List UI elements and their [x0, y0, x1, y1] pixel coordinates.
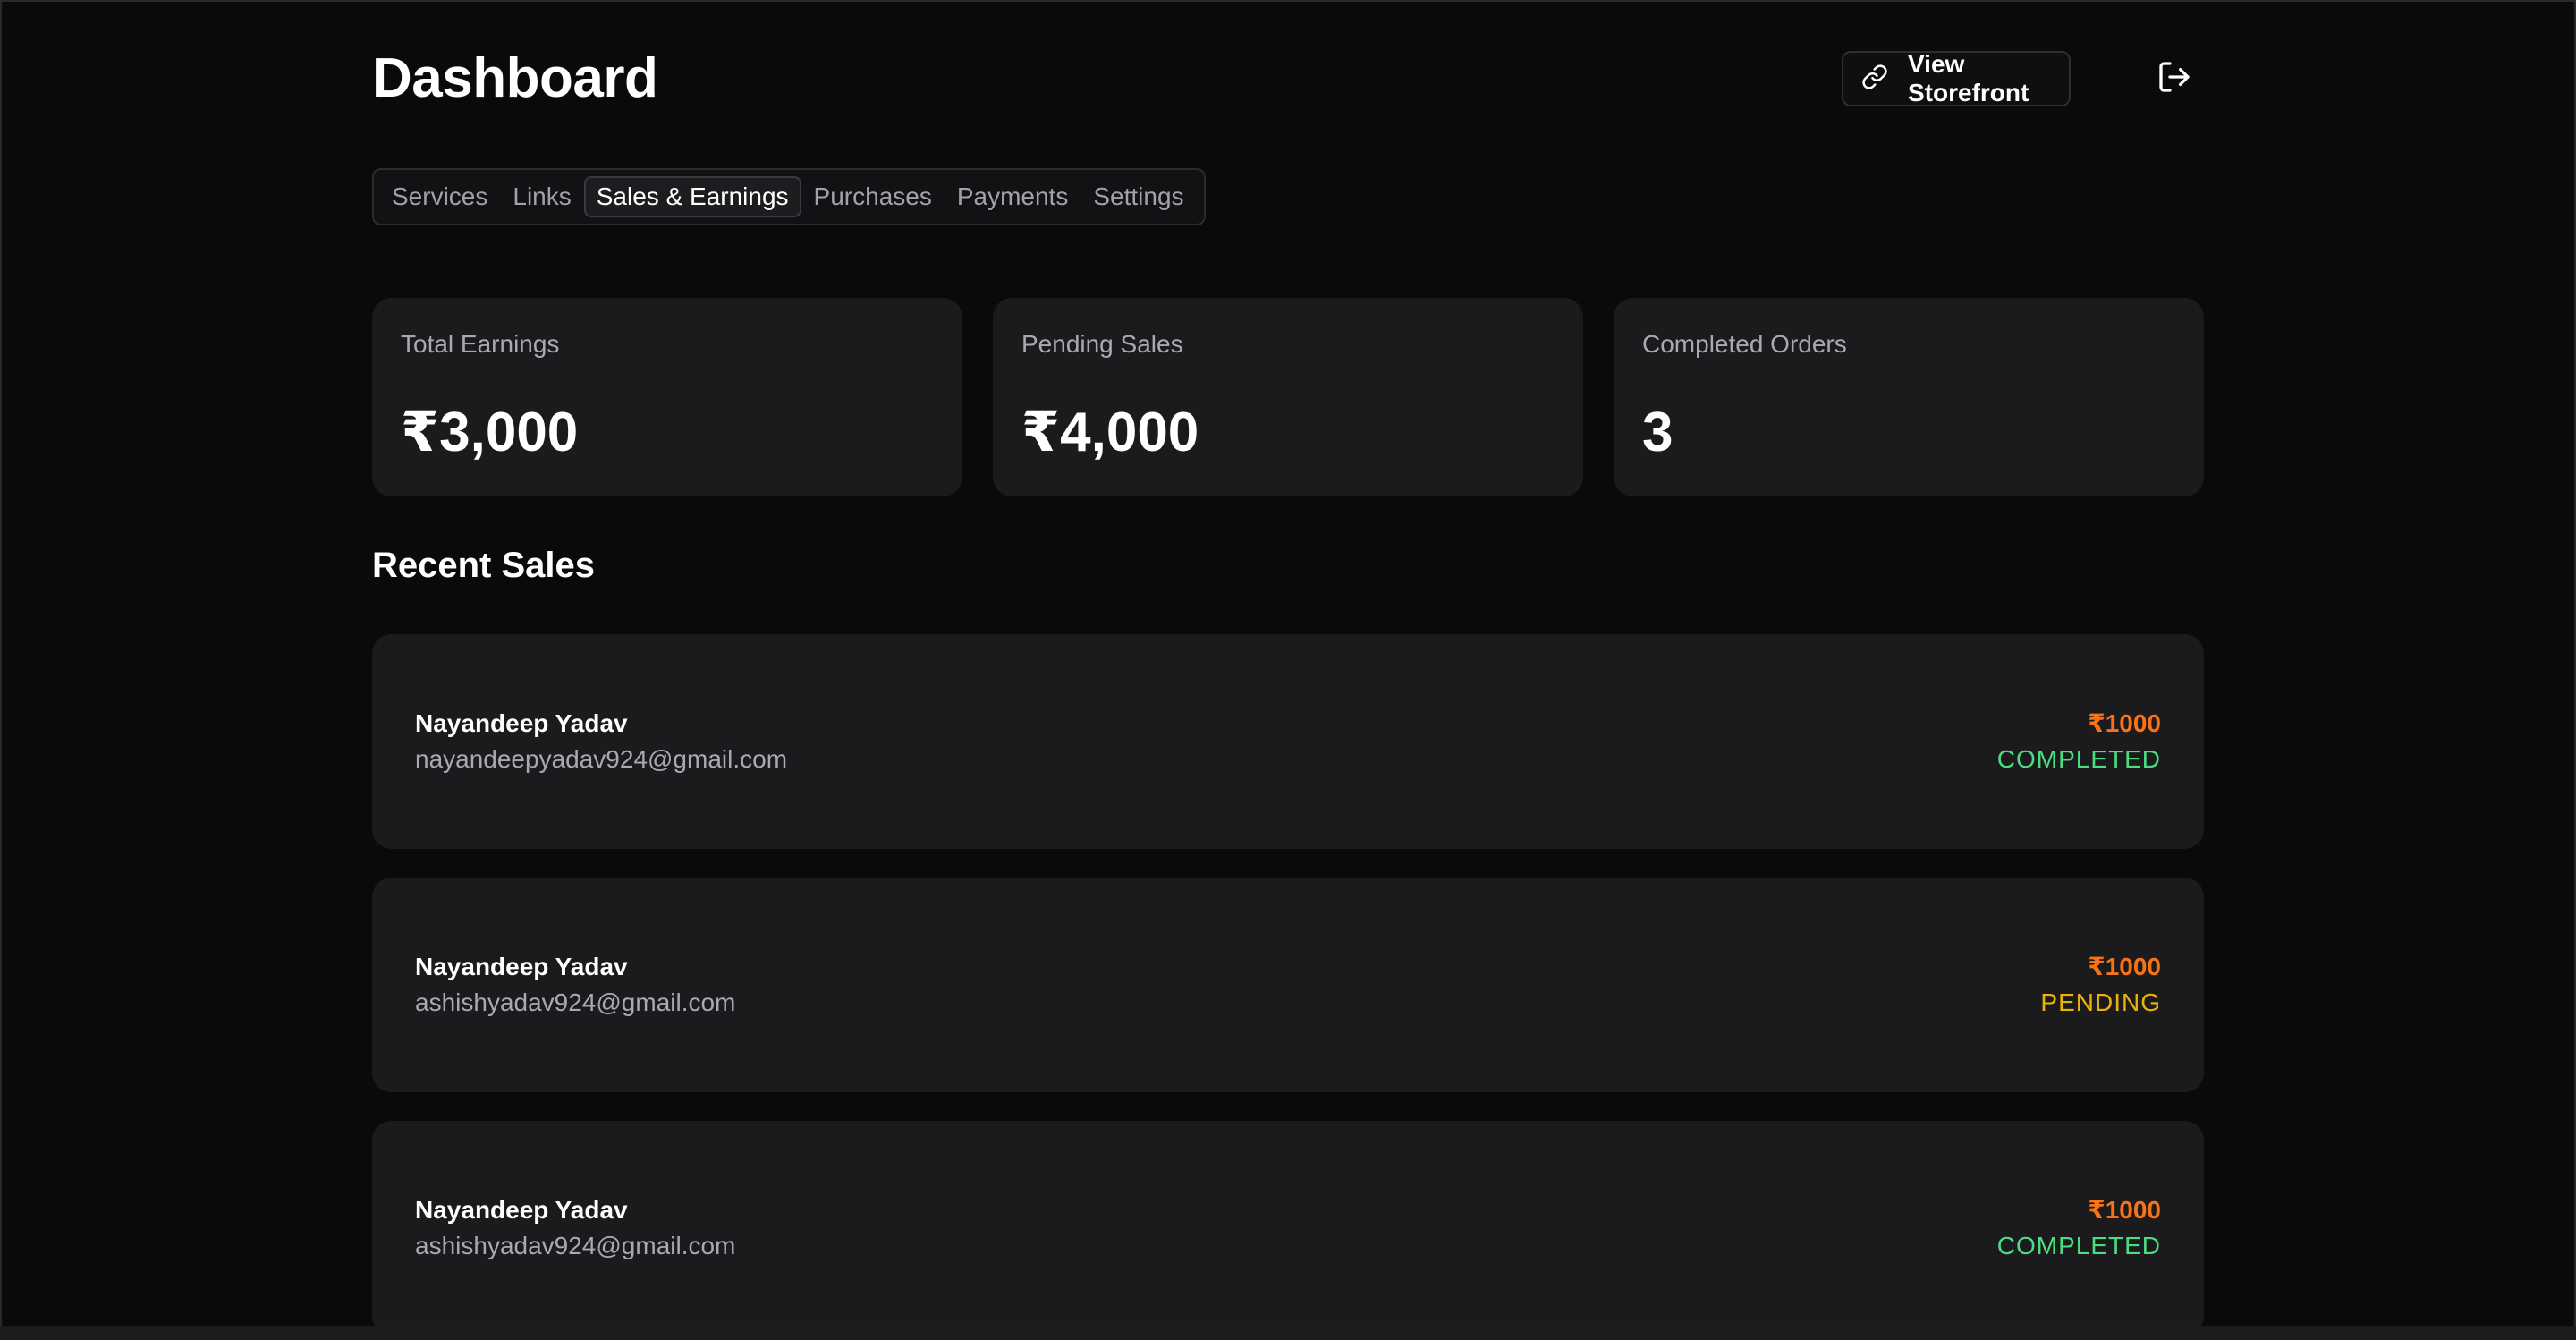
buyer-name: Nayandeep Yadav — [415, 1196, 628, 1224]
tab-services[interactable]: Services — [385, 176, 500, 217]
sale-row[interactable]: Nayandeep Yadav ashishyadav924@gmail.com… — [372, 1121, 2204, 1326]
buyer-email: ashishyadav924@gmail.com — [415, 1232, 736, 1259]
tab-purchases[interactable]: Purchases — [801, 176, 945, 217]
tab-links[interactable]: Links — [500, 176, 583, 217]
buyer-info: Nayandeep Yadav ashishyadav924@gmail.com — [415, 1192, 735, 1264]
status-badge: PENDING — [2040, 988, 2161, 1016]
logout-icon — [2157, 59, 2192, 99]
total-earnings-card: Total Earnings ₹3,000 — [372, 298, 962, 496]
view-storefront-label: View Storefront — [1908, 50, 2029, 106]
sale-summary: ₹1000 COMPLETED — [1997, 706, 2161, 777]
logout-button[interactable] — [2155, 59, 2194, 98]
buyer-info: Nayandeep Yadav nayandeepyadav924@gmail.… — [415, 706, 787, 777]
buyer-email: nayandeepyadav924@gmail.com — [415, 745, 788, 773]
link-icon — [1861, 64, 1888, 95]
tab-settings[interactable]: Settings — [1080, 176, 1196, 217]
tab-sales-earnings[interactable]: Sales & Earnings — [583, 176, 801, 217]
sale-amount: ₹1000 — [2088, 1196, 2161, 1224]
completed-orders-card: Completed Orders 3 — [1614, 298, 2204, 496]
buyer-email: ashishyadav924@gmail.com — [415, 988, 736, 1016]
stat-value: ₹3,000 — [401, 402, 579, 463]
dashboard-container: Dashboard View Storefront Services Links… — [372, 0, 2204, 1326]
sale-amount: ₹1000 — [2088, 709, 2161, 737]
stat-label: Pending Sales — [1021, 330, 1183, 358]
stats-row: Total Earnings ₹3,000 Pending Sales ₹4,0… — [372, 298, 2204, 496]
sale-amount: ₹1000 — [2088, 953, 2161, 980]
pending-sales-card: Pending Sales ₹4,000 — [993, 298, 1583, 496]
stat-label: Total Earnings — [401, 330, 560, 358]
page-title: Dashboard — [372, 47, 658, 109]
sale-row[interactable]: Nayandeep Yadav ashishyadav924@gmail.com… — [372, 878, 2204, 1092]
status-badge: COMPLETED — [1996, 745, 2161, 773]
stat-value: ₹4,000 — [1021, 402, 1199, 463]
tab-bar: Services Links Sales & Earnings Purchase… — [372, 168, 1206, 225]
stat-label: Completed Orders — [1642, 330, 1847, 358]
sale-summary: ₹1000 PENDING — [2040, 949, 2161, 1021]
view-storefront-button[interactable]: View Storefront — [1842, 50, 2071, 106]
sale-summary: ₹1000 COMPLETED — [1997, 1192, 2161, 1264]
buyer-name: Nayandeep Yadav — [415, 709, 628, 737]
status-badge: COMPLETED — [1996, 1232, 2161, 1259]
buyer-info: Nayandeep Yadav ashishyadav924@gmail.com — [415, 949, 735, 1021]
recent-sales-title: Recent Sales — [372, 546, 596, 585]
tab-payments[interactable]: Payments — [945, 176, 1081, 217]
sale-row[interactable]: Nayandeep Yadav nayandeepyadav924@gmail.… — [372, 634, 2204, 849]
window-bottom-edge — [0, 1326, 2576, 1340]
stat-value: 3 — [1642, 402, 1674, 463]
buyer-name: Nayandeep Yadav — [415, 953, 628, 980]
